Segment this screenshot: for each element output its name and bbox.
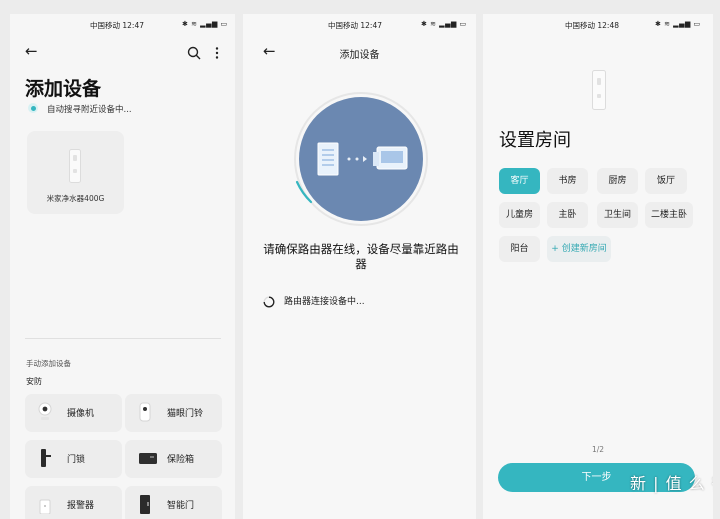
status-bar-icons: ✱ ≋ ▂▄▆ ▭ [655,20,701,28]
device-tile-doorbell[interactable]: 猫眼门铃 [125,394,222,432]
manual-add-header: 手动添加设备 [26,359,71,368]
device-tile-label: 门锁 [67,455,86,465]
searching-text: 自动搜寻附近设备中... [47,105,132,115]
found-device-card[interactable]: 米家净水器400G [27,131,124,214]
back-arrow-icon[interactable]: ← [25,44,38,59]
device-tile-smart-door[interactable]: 智能门 [125,486,222,519]
instruction-message: 请确保路由器在线，设备尽量靠近路由器 [263,242,459,271]
progress-text: 路由器连接设备中... [284,297,365,307]
safe-icon [138,448,158,468]
camera-icon [38,402,52,422]
searching-indicator-icon [28,103,38,113]
alarm-icon [38,494,52,515]
create-room-button[interactable]: + 创建新房间 [547,236,611,262]
device-tile-safe[interactable]: 保险箱 [125,440,222,478]
found-device-name: 米家净水器400G [46,194,105,203]
room-option-dining-room[interactable]: 饭厅 [645,168,687,194]
status-bar-carrier-time: 中国移动 12:48 [565,21,619,30]
set-room-screen: 中国移动 12:48 ✱ ≋ ▂▄▆ ▭ 设置房间 客厅 书房 厨房 饭厅 儿童… [483,14,713,519]
category-label: 安防 [26,377,42,386]
device-tile-label: 保险箱 [167,455,195,465]
page-title: 设置房间 [499,130,571,151]
router-device-icon [373,146,408,170]
room-option-master-bedroom[interactable]: 主卧 [547,202,588,228]
device-tile-label: 智能门 [167,501,195,511]
page-indicator: 1/2 [591,445,605,454]
door-lock-icon [38,448,52,468]
water-purifier-icon [592,70,606,114]
room-option-kids-room[interactable]: 儿童房 [499,202,540,228]
room-option-balcony[interactable]: 阳台 [499,236,540,262]
status-bar-carrier-time: 中国移动 12:47 [90,21,144,30]
purifier-device-icon [317,142,339,176]
connecting-screen: 中国移动 12:47 ✱ ≋ ▂▄▆ ▭ ← 添加设备 请确保路由器在线，设备尽… [243,14,476,519]
room-option-bathroom[interactable]: 卫生间 [597,202,638,228]
room-option-upstairs-master[interactable]: 二楼主卧 [645,202,693,228]
room-option-kitchen[interactable]: 厨房 [597,168,638,194]
loading-spinner-icon [263,293,275,312]
search-icon[interactable] [187,45,201,64]
device-tile-camera[interactable]: 摄像机 [25,394,122,432]
status-bar-icons: ✱ ≋ ▂▄▆ ▭ [182,20,228,28]
water-purifier-icon [69,149,81,187]
connection-illustration [291,90,431,234]
add-device-screen: 中国移动 12:47 ✱ ≋ ▂▄▆ ▭ ← 添加设备 自动搜寻附近设备中...… [10,14,235,519]
device-tile-label: 猫眼门铃 [167,409,204,419]
status-bar-carrier-time: 中国移动 12:47 [328,21,382,30]
divider [25,338,221,339]
device-tile-alarm[interactable]: 报警器 [25,486,122,519]
device-tile-door-lock[interactable]: 门锁 [25,440,122,478]
watermark: 新 | 值 么 得 买 [630,474,713,493]
device-tile-label: 摄像机 [67,409,95,419]
page-title: 添加设备 [339,50,380,61]
room-option-living-room[interactable]: 客厅 [499,168,540,194]
room-option-study[interactable]: 书房 [547,168,588,194]
page-title: 添加设备 [25,78,102,100]
device-tile-label: 报警器 [67,501,95,511]
smart-door-icon [138,494,152,514]
doorbell-icon [138,402,152,422]
status-bar-icons: ✱ ≋ ▂▄▆ ▭ [421,20,467,28]
more-options-icon[interactable] [215,45,219,64]
